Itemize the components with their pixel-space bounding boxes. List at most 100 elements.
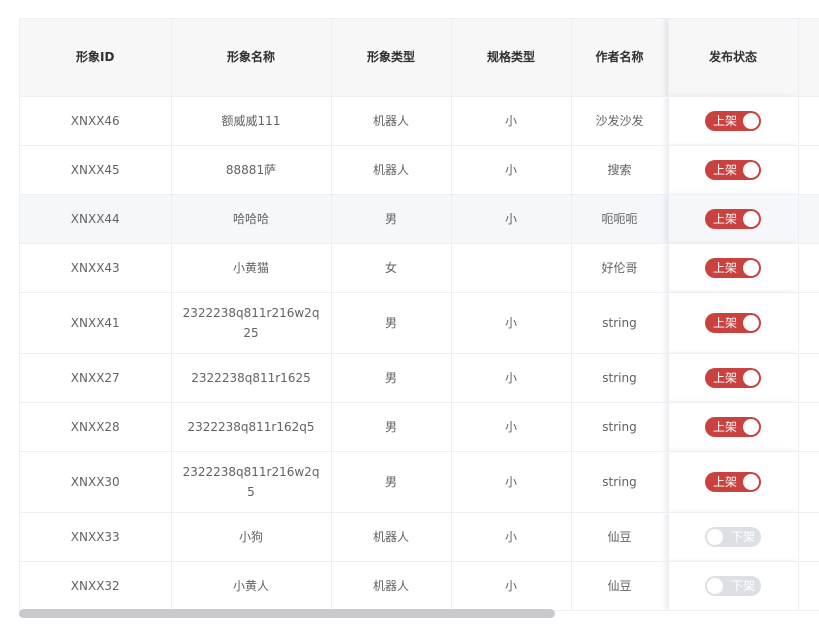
- cell-author: string: [571, 402, 669, 452]
- cell-name: 2322238q811r162q5: [171, 402, 332, 452]
- cell-type: 男: [331, 292, 452, 354]
- cell-spec: 小: [451, 402, 572, 452]
- publish-status-toggle[interactable]: 上架: [705, 159, 761, 180]
- cell-type: 机器人: [331, 561, 452, 611]
- cell-type: 机器人: [331, 96, 452, 146]
- cell-extra: [798, 512, 819, 562]
- cell-author: string: [571, 353, 669, 403]
- table-row[interactable]: XNXX46 额威威111 机器人小沙发沙发 上架: [20, 96, 819, 146]
- column-header-status: 发布状态: [668, 19, 799, 97]
- cell-name: 2322238q811r216w2q25: [171, 292, 332, 354]
- publish-status-label: 下架: [730, 578, 755, 593]
- column-header-extra: [798, 19, 819, 97]
- publish-status-label: 上架: [713, 370, 738, 385]
- toggle-knob: [743, 473, 759, 490]
- horizontal-scrollbar[interactable]: [19, 609, 819, 618]
- cell-spec: 小: [451, 194, 572, 244]
- cell-spec: [451, 243, 572, 293]
- cell-status: 上架: [668, 243, 799, 293]
- cell-extra: [798, 353, 819, 403]
- cell-id: XNXX33: [20, 512, 172, 562]
- cell-type: 男: [331, 194, 452, 244]
- cell-author: 搜索: [571, 145, 669, 195]
- publish-status-label: 上架: [713, 474, 738, 489]
- cell-author: 呃呃呃: [571, 194, 669, 244]
- publish-status-label: 下架: [730, 529, 755, 544]
- toggle-knob: [743, 161, 759, 178]
- cell-extra: [798, 194, 819, 244]
- table-body: XNXX46 额威威111 机器人小沙发沙发 上架 XNXX45 88881萨 机器人小搜索…: [20, 96, 819, 611]
- avatar-table-container: 形象ID 形象名称 形象类型 规格类型 作者名称 发布状态 XNXX46 额威威1…: [19, 18, 819, 611]
- table-row[interactable]: XNXX28 2322238q811r162q5 男小 string 上架: [20, 402, 819, 452]
- toggle-knob: [743, 112, 759, 129]
- table-row[interactable]: XNXX30 2322238q811r216w2q5 男小 string 上架: [20, 451, 819, 513]
- cell-name: 88881萨: [171, 145, 332, 195]
- publish-status-toggle[interactable]: 下架: [705, 526, 761, 547]
- cell-spec: 小: [451, 145, 572, 195]
- cell-name: 哈哈哈: [171, 194, 332, 244]
- cell-type: 机器人: [331, 145, 452, 195]
- publish-status-toggle[interactable]: 上架: [705, 416, 761, 437]
- publish-status-toggle[interactable]: 上架: [705, 471, 761, 492]
- publish-status-label: 上架: [713, 162, 738, 177]
- publish-status-label: 上架: [713, 419, 738, 434]
- cell-extra: [798, 243, 819, 293]
- publish-status-toggle[interactable]: 上架: [705, 312, 761, 333]
- table-row[interactable]: XNXX27 2322238q811r1625 男小 string 上架: [20, 353, 819, 403]
- publish-status-toggle[interactable]: 下架: [705, 575, 761, 596]
- cell-status: 上架: [668, 292, 799, 354]
- cell-id: XNXX30: [20, 451, 172, 513]
- publish-status-toggle[interactable]: 上架: [705, 257, 761, 278]
- cell-type: 男: [331, 451, 452, 513]
- cell-status: 下架: [668, 561, 799, 611]
- publish-status-label: 上架: [713, 113, 738, 128]
- cell-spec: 小: [451, 96, 572, 146]
- cell-status: 上架: [668, 451, 799, 513]
- cell-name: 2322238q811r1625: [171, 353, 332, 403]
- cell-id: XNXX43: [20, 243, 172, 293]
- cell-author: 沙发沙发: [571, 96, 669, 146]
- toggle-knob: [743, 314, 759, 331]
- cell-author: 仙豆: [571, 561, 669, 611]
- table-row[interactable]: XNXX33 小狗 机器人小仙豆 下架: [20, 512, 819, 562]
- cell-extra: [798, 402, 819, 452]
- cell-extra: [798, 145, 819, 195]
- column-header-author: 作者名称: [571, 19, 669, 97]
- table-row[interactable]: XNXX45 88881萨 机器人小搜索 上架: [20, 145, 819, 195]
- column-header-name: 形象名称: [171, 19, 332, 97]
- toggle-knob: [707, 577, 723, 594]
- cell-type: 女: [331, 243, 452, 293]
- table-row[interactable]: XNXX32 小黄人 机器人小仙豆 下架: [20, 561, 819, 611]
- cell-type: 男: [331, 353, 452, 403]
- toggle-knob: [743, 369, 759, 386]
- cell-id: XNXX32: [20, 561, 172, 611]
- publish-status-label: 上架: [713, 315, 738, 330]
- cell-author: 仙豆: [571, 512, 669, 562]
- cell-author: 好伦哥: [571, 243, 669, 293]
- column-header-spec: 规格类型: [451, 19, 572, 97]
- table-header-row: 形象ID 形象名称 形象类型 规格类型 作者名称 发布状态: [20, 19, 819, 97]
- cell-name: 小黄人: [171, 561, 332, 611]
- cell-extra: [798, 96, 819, 146]
- publish-status-toggle[interactable]: 上架: [705, 208, 761, 229]
- publish-status-toggle[interactable]: 上架: [705, 367, 761, 388]
- cell-author: string: [571, 451, 669, 513]
- publish-status-label: 上架: [713, 260, 738, 275]
- cell-id: XNXX45: [20, 145, 172, 195]
- cell-extra: [798, 292, 819, 354]
- toggle-knob: [707, 528, 723, 545]
- cell-spec: 小: [451, 512, 572, 562]
- horizontal-scrollbar-thumb[interactable]: [19, 609, 555, 618]
- cell-id: XNXX44: [20, 194, 172, 244]
- cell-extra: [798, 451, 819, 513]
- cell-spec: 小: [451, 451, 572, 513]
- cell-extra: [798, 561, 819, 611]
- table-row[interactable]: XNXX41 2322238q811r216w2q25 男小 string 上架: [20, 292, 819, 354]
- cell-type: 男: [331, 402, 452, 452]
- cell-id: XNXX28: [20, 402, 172, 452]
- publish-status-toggle[interactable]: 上架: [705, 110, 761, 131]
- table-row[interactable]: XNXX43 小黄猫女 好伦哥 上架: [20, 243, 819, 293]
- cell-status: 上架: [668, 145, 799, 195]
- table-row[interactable]: XNXX44 哈哈哈男小呃呃呃 上架: [20, 194, 819, 244]
- cell-spec: 小: [451, 353, 572, 403]
